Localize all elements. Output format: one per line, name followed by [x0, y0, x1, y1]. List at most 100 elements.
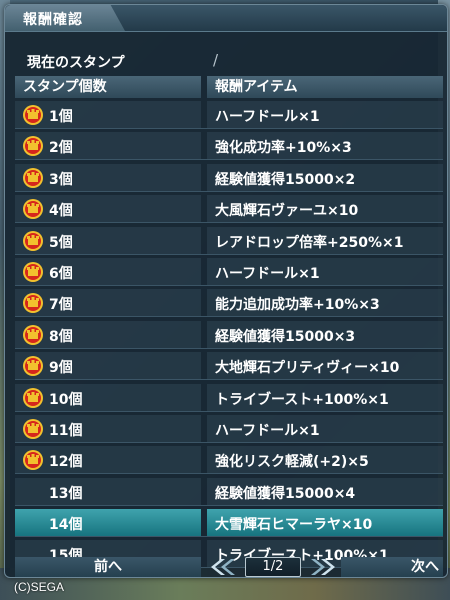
stamp-count-text: 7個: [49, 297, 73, 314]
stamp-count-text: 6個: [49, 265, 73, 282]
stamp-count-text: 1個: [49, 109, 73, 125]
stamp-count-cell: 4個: [15, 195, 201, 223]
stamp-crown-icon: [22, 324, 44, 346]
stamp-count-cell: 13個: [15, 477, 201, 505]
reward-row[interactable]: 4個 大風輝石ヴァーユ×10: [15, 195, 443, 224]
stamp-count-text: 2個: [49, 140, 73, 157]
stamp-count-cell: 10個: [15, 383, 201, 411]
title-bar: 報酬確認: [5, 5, 447, 32]
reward-item-cell: 強化成功率+10%×3: [207, 132, 443, 160]
reward-item-text: 大雪輝石ヒマーラヤ×10: [215, 517, 373, 534]
table-header: スタンプ個数 報酬アイテム: [15, 76, 443, 98]
reward-row[interactable]: 5個 レアドロップ倍率+250%×1: [15, 226, 443, 255]
reward-item-cell: 大地輝石プリティヴィー×10: [207, 352, 443, 380]
stamp-crown-icon: [22, 261, 44, 283]
stamp-crown-icon: [22, 230, 44, 252]
reward-item-text: ハーフドール×1: [215, 422, 320, 439]
reward-row[interactable]: 14個 大雪輝石ヒマーラヤ×10: [15, 509, 443, 538]
prev-page-button[interactable]: 前へ: [15, 557, 201, 577]
reward-row[interactable]: 13個 経験値獲得15000×4: [15, 477, 443, 506]
stamp-count-text: 11個: [49, 422, 83, 439]
reward-item-text: 強化リスク軽減(+2)×5: [215, 454, 369, 471]
stamp-count-cell: 6個: [15, 257, 201, 285]
stamp-crown-icon: [22, 104, 44, 126]
reward-item-cell: ハーフドール×1: [207, 414, 443, 442]
stamp-count-cell: 5個: [15, 226, 201, 254]
chevron-left-icon[interactable]: [207, 557, 241, 577]
current-stamp-label: 現在のスタンプ: [27, 55, 125, 71]
reward-item-cell: ハーフドール×1: [207, 257, 443, 285]
stamp-count-text: 5個: [49, 234, 73, 251]
reward-item-cell: 経験値獲得15000×2: [207, 163, 443, 191]
stamp-crown-icon: [22, 167, 44, 189]
chevron-right-icon[interactable]: [305, 557, 339, 577]
window-title: 報酬確認: [23, 12, 83, 28]
current-stamp-row: 現在のスタンプ /: [19, 49, 439, 71]
stamp-crown-icon: [22, 449, 44, 471]
reward-item-cell: 経験値獲得15000×4: [207, 477, 443, 505]
stamp-crown-icon: [22, 387, 44, 409]
reward-row[interactable]: 2個 強化成功率+10%×3: [15, 132, 443, 161]
stamp-crown-icon: [22, 418, 44, 440]
reward-item-cell: 能力追加成功率+10%×3: [207, 289, 443, 317]
reward-item-text: ハーフドール×1: [215, 265, 320, 282]
reward-item-cell: ハーフドール×1: [207, 101, 443, 128]
stamp-count-cell: 2個: [15, 132, 201, 160]
column-header-stamp-count: スタンプ個数: [15, 76, 201, 98]
stamp-count-text: 3個: [49, 171, 73, 188]
stamp-count-cell: 8個: [15, 320, 201, 348]
stamp-count-cell: 7個: [15, 289, 201, 317]
stamp-count-cell: 3個: [15, 163, 201, 191]
reward-confirm-window: 報酬確認 現在のスタンプ / スタンプ個数 報酬アイテム 1個 ハーフドール×1 2…: [4, 4, 448, 578]
stamp-count-text: 12個: [49, 454, 83, 471]
stamp-count-cell: 1個: [15, 101, 201, 128]
reward-row[interactable]: 8個 経験値獲得15000×3: [15, 320, 443, 349]
reward-item-text: 大風輝石ヴァーユ×10: [215, 203, 359, 220]
reward-item-cell: 強化リスク軽減(+2)×5: [207, 446, 443, 474]
reward-item-cell: 経験値獲得15000×3: [207, 320, 443, 348]
reward-row[interactable]: 7個 能力追加成功率+10%×3: [15, 289, 443, 318]
column-header-reward-item: 報酬アイテム: [207, 76, 443, 98]
reward-item-text: 大地輝石プリティヴィー×10: [215, 360, 400, 377]
stamp-count-cell: 14個: [15, 509, 201, 537]
stamp-crown-icon: [22, 135, 44, 157]
stamp-count-text: 9個: [49, 360, 73, 377]
page-indicator-group: 1/2: [207, 555, 339, 579]
pager: 前へ 1/2 次へ: [15, 555, 443, 579]
reward-item-text: レアドロップ倍率+250%×1: [215, 234, 404, 251]
stamp-count-text: 13個: [49, 485, 83, 502]
reward-row[interactable]: 9個 大地輝石プリティヴィー×10: [15, 352, 443, 381]
reward-item-cell: トライブースト+100%×1: [207, 383, 443, 411]
stamp-count-text: 4個: [49, 203, 73, 220]
reward-item-cell: レアドロップ倍率+250%×1: [207, 226, 443, 254]
stamp-count-cell: 12個: [15, 446, 201, 474]
page-number: 1/2: [245, 557, 301, 577]
reward-list: 1個 ハーフドール×1 2個 強化成功率+10%×3 3個 経験値獲得15000×2 4個大…: [15, 101, 443, 572]
stamp-count-cell: 9個: [15, 352, 201, 380]
stamp-crown-icon: [22, 292, 44, 314]
stamp-crown-icon: [22, 355, 44, 377]
reward-item-text: 経験値獲得15000×3: [215, 328, 356, 345]
next-page-button[interactable]: 次へ: [341, 557, 443, 577]
reward-item-text: 経験値獲得15000×2: [215, 171, 356, 188]
reward-item-cell: 大雪輝石ヒマーラヤ×10: [207, 509, 443, 537]
reward-row[interactable]: 3個 経験値獲得15000×2: [15, 163, 443, 192]
reward-item-cell: 大風輝石ヴァーユ×10: [207, 195, 443, 223]
reward-row[interactable]: 6個 ハーフドール×1: [15, 257, 443, 286]
stamp-count-text: 10個: [49, 391, 83, 408]
reward-item-text: トライブースト+100%×1: [215, 391, 389, 408]
stamp-count-cell: 11個: [15, 414, 201, 442]
reward-row[interactable]: 12個 強化リスク軽減(+2)×5: [15, 446, 443, 475]
reward-row[interactable]: 1個 ハーフドール×1: [15, 101, 443, 129]
reward-row[interactable]: 10個 トライブースト+100%×1: [15, 383, 443, 412]
reward-item-text: 強化成功率+10%×3: [215, 140, 352, 157]
reward-item-text: 経験値獲得15000×4: [215, 485, 356, 502]
reward-row[interactable]: 11個 ハーフドール×1: [15, 414, 443, 443]
stamp-crown-icon: [22, 198, 44, 220]
copyright-text: (C)SEGA: [14, 580, 65, 594]
stamp-count-text: 8個: [49, 328, 73, 345]
current-stamp-separator: /: [213, 51, 219, 69]
reward-item-text: 能力追加成功率+10%×3: [215, 297, 380, 314]
reward-item-text: ハーフドール×1: [215, 109, 320, 125]
stamp-count-text: 14個: [49, 517, 83, 534]
